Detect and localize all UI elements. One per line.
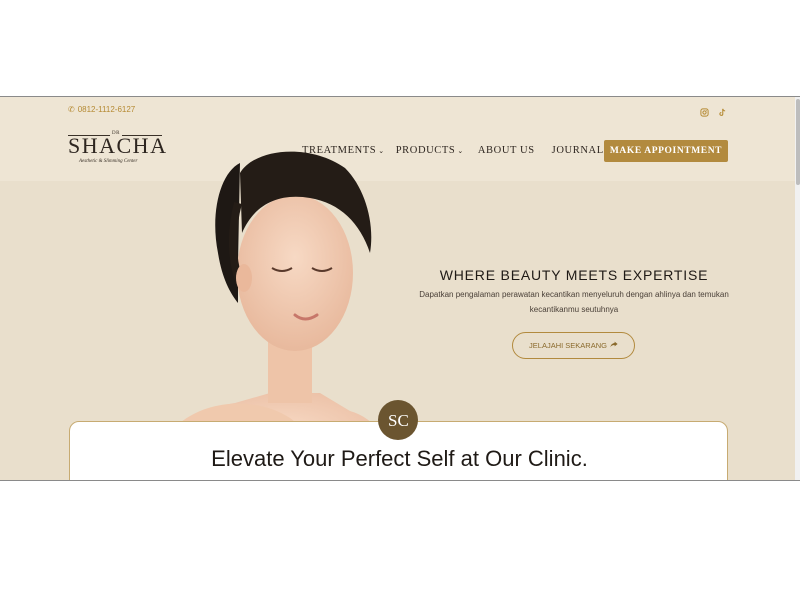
browser-viewport: ✆ 0812-1112-6127 DR SHACHA Aesthetic & S…: [0, 96, 800, 481]
phone-link[interactable]: ✆ 0812-1112-6127: [68, 105, 135, 114]
phone-number: 0812-1112-6127: [77, 105, 136, 114]
scrollbar-thumb[interactable]: [796, 99, 800, 185]
clinic-monogram-badge: SC: [378, 400, 418, 440]
logo-tagline: Aesthetic & Slimming Center: [79, 159, 138, 164]
instagram-icon[interactable]: [700, 104, 709, 117]
tiktok-icon[interactable]: [718, 104, 727, 116]
explore-now-label: JELAJAHI SEKARANG: [529, 341, 607, 350]
chevron-down-icon: ⌄: [457, 146, 464, 155]
site-logo[interactable]: DR SHACHA Aesthetic & Slimming Center: [68, 131, 168, 169]
phone-icon: ✆: [68, 105, 75, 114]
nav-label: JOURNAL: [551, 145, 604, 156]
hero-title: WHERE BEAUTY MEETS EXPERTISE: [439, 267, 709, 283]
nav-label: ABOUT US: [477, 145, 535, 156]
monogram-logo: SC: [388, 411, 409, 430]
monogram-text: SC: [388, 411, 409, 430]
logo-wordmark: SHACHA: [68, 133, 168, 158]
nav-item-products[interactable]: PRODUCTS ⌄: [396, 145, 464, 156]
nav-label: PRODUCTS: [395, 145, 456, 156]
hero-content: WHERE BEAUTY MEETS EXPERTISE Dapatkan pe…: [398, 267, 750, 359]
social-links: [700, 104, 727, 117]
section-title: Elevate Your Perfect Self at Our Clinic.: [211, 446, 588, 471]
hero-description: Dapatkan pengalaman perawatan kecantikan…: [419, 290, 729, 314]
nav-item-journal[interactable]: JOURNAL: [552, 145, 604, 156]
explore-now-button[interactable]: JELAJAHI SEKARANG: [512, 332, 635, 359]
make-appointment-button[interactable]: MAKE APPOINTMENT: [604, 140, 728, 162]
share-arrow-icon: [610, 341, 618, 350]
nav-item-about-us[interactable]: ABOUT US: [478, 145, 535, 156]
vertical-scrollbar[interactable]: [795, 97, 800, 480]
